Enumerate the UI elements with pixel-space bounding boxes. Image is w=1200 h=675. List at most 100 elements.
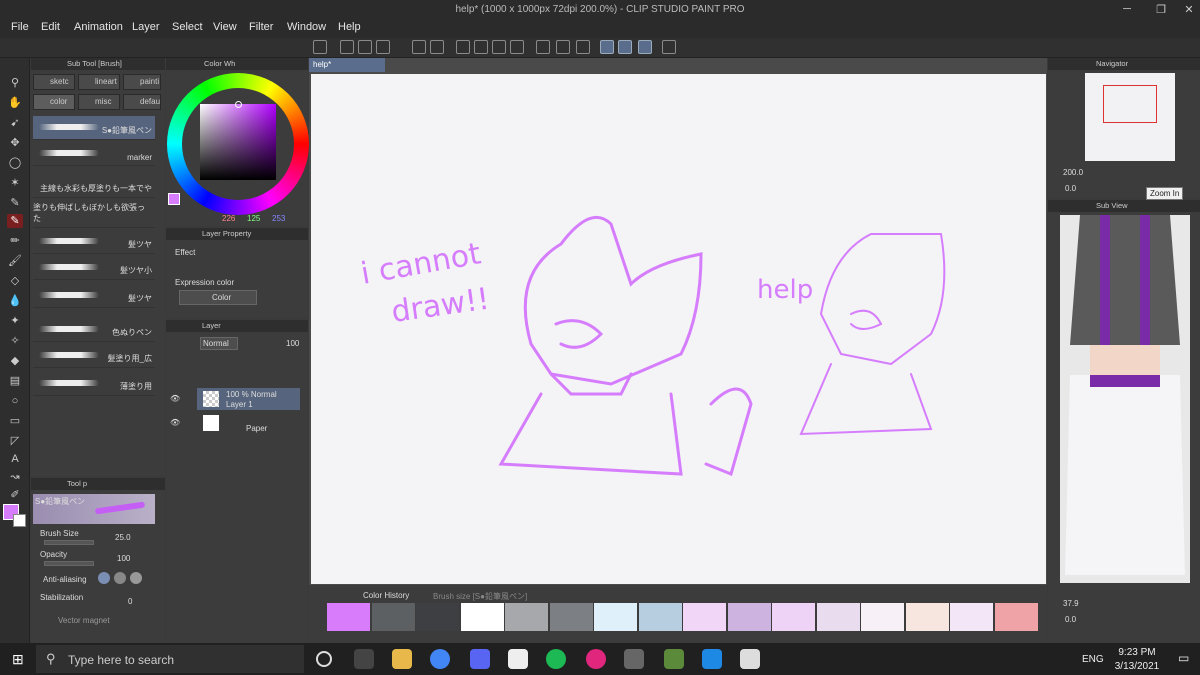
app-icon[interactable] bbox=[740, 649, 760, 669]
subview-zoom[interactable]: 37.9 bbox=[1063, 599, 1079, 608]
maximize-button[interactable]: ❐ bbox=[1152, 3, 1170, 17]
subtool-tab-sketch[interactable]: sketc bbox=[33, 74, 75, 90]
eye-icon[interactable]: 👁 bbox=[170, 418, 180, 427]
subtool-tab-color[interactable]: color bbox=[33, 94, 75, 110]
color-swatch[interactable] bbox=[727, 603, 771, 631]
spotify-icon[interactable] bbox=[546, 649, 566, 669]
eye-icon[interactable]: 👁 bbox=[170, 394, 180, 403]
brush-item[interactable]: 髪塗り用_広 bbox=[33, 344, 155, 368]
transform-icon[interactable] bbox=[510, 40, 524, 54]
brush-item[interactable]: 薄塗り用 bbox=[33, 372, 155, 396]
undo-icon[interactable] bbox=[412, 40, 426, 54]
move-layer-icon[interactable]: ✥ bbox=[7, 136, 23, 150]
pencil-tool-icon[interactable]: ✏ bbox=[7, 234, 23, 248]
brush-item[interactable]: 髪ツヤ bbox=[33, 230, 155, 254]
menu-window[interactable]: Window bbox=[287, 21, 326, 33]
subtool-tab-misc[interactable]: misc bbox=[78, 94, 120, 110]
cortana-icon[interactable] bbox=[316, 651, 332, 667]
zoom-tool-icon[interactable]: ⚲ bbox=[7, 76, 23, 90]
brush-item[interactable]: 塗りも伸ばしもぼかしも欲張った bbox=[33, 200, 155, 228]
color-swatch[interactable] bbox=[638, 603, 682, 631]
color-swatch[interactable] bbox=[327, 603, 370, 631]
expression-color-select[interactable]: Color bbox=[179, 290, 257, 305]
brush-item[interactable]: 色ぬりペン bbox=[33, 318, 155, 342]
clip-studio-icon[interactable] bbox=[313, 40, 327, 54]
snap-grid-icon[interactable] bbox=[638, 40, 652, 54]
brush-item[interactable]: marker bbox=[33, 142, 155, 166]
file-explorer-icon[interactable] bbox=[392, 649, 412, 669]
color-swatch[interactable] bbox=[905, 603, 949, 631]
document-tab[interactable]: help* bbox=[309, 58, 385, 72]
notification-icon[interactable]: ▭ bbox=[1178, 651, 1189, 665]
correct-line-icon[interactable]: ✐ bbox=[7, 488, 23, 502]
lasso-icon[interactable]: ◯ bbox=[7, 156, 23, 170]
eraser-icon[interactable]: ◇ bbox=[7, 274, 23, 288]
auto-select-icon[interactable]: ✶ bbox=[7, 176, 23, 190]
language-indicator[interactable]: ENG bbox=[1082, 654, 1104, 665]
hue-marker[interactable] bbox=[235, 101, 242, 108]
windows-start-icon[interactable]: ⊞ bbox=[12, 652, 26, 666]
color-swatch[interactable] bbox=[994, 603, 1038, 631]
menu-help[interactable]: Help bbox=[338, 21, 361, 33]
brush-tool-icon[interactable]: 🖌 bbox=[7, 254, 23, 268]
clock-time[interactable]: 9:23 PM bbox=[1113, 647, 1161, 658]
sub-color-swatch[interactable] bbox=[13, 514, 26, 527]
minimize-button[interactable]: ─ bbox=[1118, 3, 1136, 17]
invert-selection-icon[interactable] bbox=[556, 40, 570, 54]
color-swatch[interactable] bbox=[505, 603, 548, 631]
hand-tool-icon[interactable]: ✋ bbox=[7, 96, 23, 110]
app-icon[interactable] bbox=[624, 649, 644, 669]
navigator-rotate[interactable]: 0.0 bbox=[1065, 184, 1076, 193]
airbrush-icon[interactable]: ✦ bbox=[7, 314, 23, 328]
blend-mode-select[interactable]: Normal bbox=[200, 337, 238, 350]
minecraft-icon[interactable] bbox=[664, 649, 684, 669]
task-view-icon[interactable] bbox=[354, 649, 374, 669]
menu-view[interactable]: View bbox=[213, 21, 237, 33]
color-swatch[interactable] bbox=[772, 603, 815, 631]
brush-item[interactable]: S●鉛筆風ペン bbox=[33, 116, 155, 140]
menu-animation[interactable]: Animation bbox=[74, 21, 123, 33]
ruler-icon[interactable]: ◸ bbox=[7, 434, 23, 448]
busy-icon[interactable] bbox=[456, 40, 470, 54]
brush-size-value[interactable]: 25.0 bbox=[115, 533, 131, 542]
layer-opacity-value[interactable]: 100 bbox=[286, 339, 299, 348]
navigator-view-frame[interactable] bbox=[1103, 85, 1157, 123]
snap-special-ruler-icon[interactable] bbox=[618, 40, 632, 54]
osu-icon[interactable] bbox=[586, 649, 606, 669]
operation-tool-icon[interactable]: ➹ bbox=[7, 116, 23, 130]
subview-rotate[interactable]: 0.0 bbox=[1065, 615, 1076, 624]
brush-item[interactable]: 髪ツヤ bbox=[33, 284, 155, 308]
color-swatch[interactable] bbox=[416, 603, 459, 631]
stabilization-value[interactable]: 0 bbox=[128, 597, 132, 606]
menu-filter[interactable]: Filter bbox=[249, 21, 273, 33]
new-icon[interactable] bbox=[340, 40, 354, 54]
brush-size-tab[interactable]: Brush size [S●鉛筆風ペン] bbox=[433, 591, 527, 602]
pen-tool-icon[interactable]: ✎ bbox=[7, 214, 23, 228]
color-wheel-tab[interactable]: Color Wh bbox=[166, 58, 308, 70]
subtool-tab-default[interactable]: defau bbox=[123, 94, 161, 110]
brush-size-slider[interactable] bbox=[44, 540, 94, 545]
menu-select[interactable]: Select bbox=[172, 21, 203, 33]
subtool-tab-lineart[interactable]: lineart bbox=[78, 74, 120, 90]
opacity-value[interactable]: 100 bbox=[117, 554, 130, 563]
taskbar-search-placeholder[interactable]: Type here to search bbox=[68, 653, 174, 667]
saturation-value-square[interactable] bbox=[200, 104, 276, 180]
crop-icon[interactable] bbox=[576, 40, 590, 54]
close-button[interactable]: ✕ bbox=[1180, 3, 1198, 17]
fill-icon[interactable] bbox=[492, 40, 506, 54]
text-tool-icon[interactable]: A bbox=[7, 452, 23, 466]
menu-file[interactable]: File bbox=[11, 21, 29, 33]
color-swatch[interactable] bbox=[549, 603, 593, 631]
blend-icon[interactable]: 💧 bbox=[7, 294, 23, 308]
eyedropper-icon[interactable]: ✎ bbox=[7, 196, 23, 210]
color-swatch[interactable] bbox=[950, 603, 993, 631]
opacity-slider[interactable] bbox=[44, 561, 94, 566]
chrome-icon[interactable] bbox=[430, 649, 450, 669]
color-history-tab[interactable]: Color History bbox=[363, 591, 409, 600]
brush-item[interactable]: 髪ツヤ小 bbox=[33, 256, 155, 280]
clock-date[interactable]: 3/13/2021 bbox=[1109, 661, 1165, 672]
save-icon[interactable] bbox=[376, 40, 390, 54]
subtool-tab-paint[interactable]: painti bbox=[123, 74, 161, 90]
color-swatch[interactable] bbox=[816, 603, 860, 631]
menu-layer[interactable]: Layer bbox=[132, 21, 160, 33]
